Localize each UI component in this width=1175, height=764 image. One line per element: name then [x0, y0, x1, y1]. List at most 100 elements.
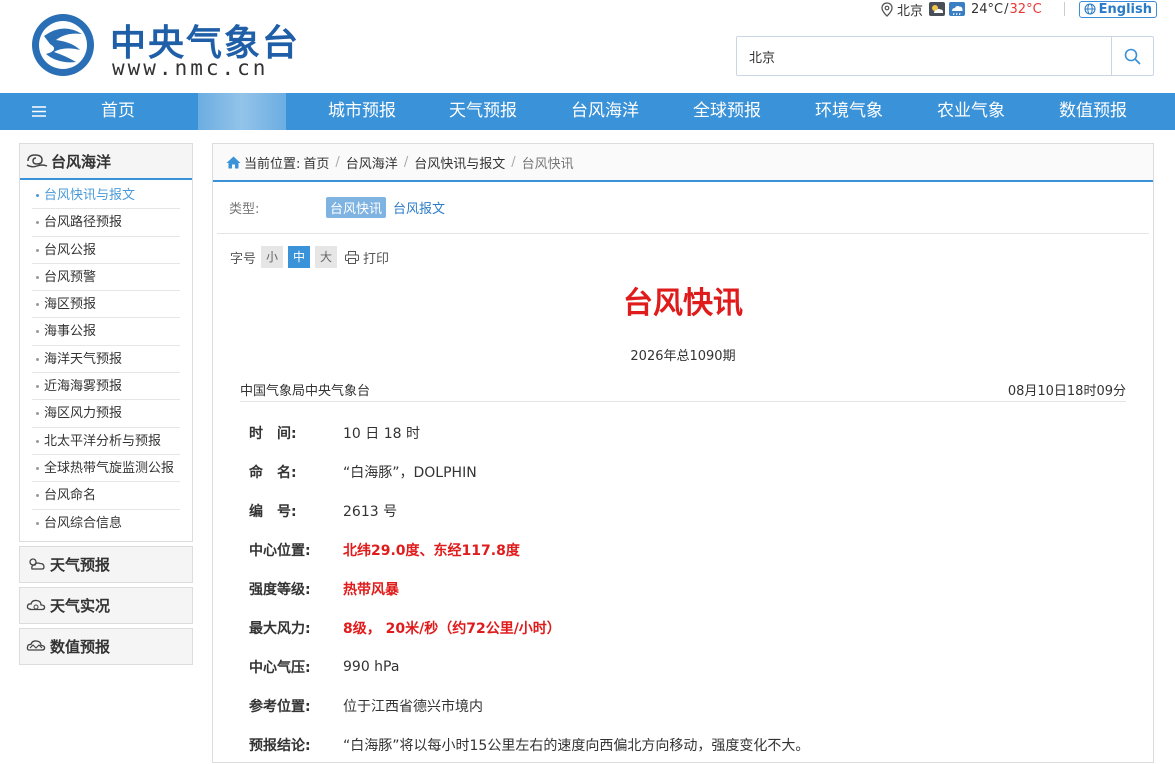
detail-label: 编 号: — [249, 504, 297, 521]
detail-row-forecast: 预报结论: “白海豚”将以每小时15公里左右的速度向西偏北方向移动，强度变化不大。 — [249, 725, 809, 764]
nav-global-forecast[interactable]: 全球预报 — [667, 93, 787, 130]
breadcrumb-home[interactable]: 首页 — [303, 153, 329, 172]
detail-value: 8级， 20米/秒（约72公里/小时） — [343, 620, 561, 637]
nav-city-forecast[interactable]: 城市预报 — [302, 93, 422, 130]
sidebar-item-ocean-weather[interactable]: 海洋天气预报 — [32, 346, 180, 374]
detail-row-number: 编 号: 2613 号 — [249, 492, 809, 531]
type-filter: 类型: 台风快讯 台风报文 — [229, 197, 445, 218]
detail-label: 最大风力: — [249, 620, 311, 637]
breadcrumb-separator: / — [511, 154, 516, 170]
detail-value: “白海豚”将以每小时15公里左右的速度向西偏北方向移动，强度变化不大。 — [343, 737, 810, 754]
print-label: 打印 — [363, 251, 390, 267]
cloud-sun-icon — [29, 558, 45, 571]
breadcrumb: 当前位置: 首页 / 台风海洋 / 台风快讯与报文 / 台风快讯 — [213, 144, 1153, 182]
sidebar-head[interactable]: 台风海洋 — [20, 144, 192, 180]
current-city[interactable]: 北京 — [897, 0, 923, 19]
sidebar-panel-typhoon: 台风海洋 台风快讯与报文 台风路径预报 台风公报 台风预警 海区预报 海事公报 … — [19, 143, 193, 542]
detail-row-time: 时 间: 10 日 18 时 — [249, 414, 809, 453]
search-input[interactable] — [737, 37, 1111, 75]
detail-label: 中心位置: — [249, 543, 311, 560]
nav-typhoon-ocean[interactable]: 台风海洋 — [545, 93, 665, 130]
detail-value: 北纬29.0度、东经117.8度 — [343, 543, 520, 560]
detail-label: 参考位置: — [249, 698, 311, 715]
printer-icon — [345, 250, 360, 264]
type-tag-bulletin[interactable]: 台风快讯 — [326, 197, 387, 218]
temp-separator: / — [1004, 1, 1009, 17]
breadcrumb-separator: / — [335, 154, 340, 170]
detail-label: 强度等级: — [249, 582, 311, 598]
sidebar-section-weather-observation[interactable]: 天气实况 — [19, 586, 193, 624]
issuing-agency: 中国气象局中央气象台 — [240, 384, 371, 399]
font-size-label: 字号 — [230, 251, 257, 267]
globe-icon — [1084, 3, 1096, 15]
top-weather-info: 北京 24°C / 32°C English — [880, 0, 1158, 19]
detail-value: 位于江西省德兴市境内 — [343, 698, 483, 715]
sidebar-section-weather-forecast[interactable]: 天气预报 — [19, 545, 193, 583]
sidebar-section-label: 天气预报 — [50, 555, 111, 574]
detail-row-name: 命 名: “白海豚”，DOLPHIN — [249, 453, 809, 492]
detail-row-reference: 参考位置: 位于江西省德兴市境内 — [249, 686, 809, 725]
detail-value: 990 hPa — [343, 658, 400, 675]
detail-value: 热带风暴 — [343, 582, 399, 598]
type-tag-message[interactable]: 台风报文 — [393, 198, 445, 217]
sidebar-item-typhoon-report[interactable]: 台风公报 — [32, 237, 180, 264]
english-label: English — [1098, 1, 1153, 17]
issue-number: 2026年总1090期 — [630, 349, 736, 364]
sidebar-item-track-forecast[interactable]: 台风路径预报 — [32, 209, 180, 237]
location-pin-icon — [881, 1, 893, 17]
sidebar-item-typhoon-naming[interactable]: 台风命名 — [32, 482, 180, 510]
font-size-large-button[interactable]: 大 — [315, 246, 338, 268]
nav-agriculture[interactable]: 农业气象 — [911, 93, 1031, 130]
detail-row-pressure: 中心气压: 990 hPa — [249, 647, 809, 686]
breadcrumb-bulletin-list[interactable]: 台风快讯与报文 — [414, 153, 505, 172]
nav-home[interactable]: 首页 — [58, 93, 178, 130]
sidebar-item-global-cyclone[interactable]: 全球热带气旋监测公报 — [32, 455, 180, 483]
sidebar-item-typhoon-bulletin[interactable]: 台风快讯与报文 — [32, 182, 180, 210]
nav-weather-forecast[interactable]: 天气预报 — [423, 93, 543, 130]
detail-value: 2613 号 — [343, 504, 398, 521]
detail-row-intensity: 强度等级: 热带风暴 — [249, 570, 809, 609]
sidebar-section-numerical[interactable]: 数值预报 — [19, 627, 193, 665]
sidebar-item-sea-wind[interactable]: 海区风力预报 — [32, 400, 180, 428]
sidebar-list: 台风快讯与报文 台风路径预报 台风公报 台风预警 海区预报 海事公报 海洋天气预… — [20, 180, 192, 541]
typhoon-icon — [26, 154, 48, 168]
article-title: 台风快讯 — [623, 286, 743, 321]
site-logo[interactable]: 中央气象台 www.nmc.cn — [30, 12, 300, 80]
home-icon — [226, 156, 241, 168]
breadcrumb-current: 台风快讯 — [521, 156, 574, 172]
sidebar-item-north-pacific[interactable]: 北太平洋分析与预报 — [32, 428, 180, 455]
sidebar-item-maritime[interactable]: 海事公报 — [32, 318, 180, 346]
cloud-icon — [26, 600, 46, 611]
sidebar-section-label: 天气实况 — [50, 596, 111, 615]
hamburger-menu-icon — [32, 106, 46, 117]
sidebar-item-sea-fog[interactable]: 近海海雾预报 — [32, 373, 180, 401]
search-icon — [1124, 48, 1141, 64]
temp-low: 24°C — [971, 1, 1004, 17]
breadcrumb-typhoon-ocean[interactable]: 台风海洋 — [346, 153, 398, 172]
nav-environment[interactable]: 环境气象 — [789, 93, 909, 130]
sidebar-item-typhoon-warning[interactable]: 台风预警 — [32, 264, 180, 292]
sidebar-item-typhoon-info[interactable]: 台风综合信息 — [32, 510, 180, 537]
site-header: 中央气象台 www.nmc.cn 北京 24°C / 32°C English — [0, 0, 1175, 93]
sidebar-section-label: 数值预报 — [50, 637, 111, 656]
issue-time: 08月10日18时09分 — [1007, 384, 1126, 399]
font-size-small-button[interactable]: 小 — [261, 246, 284, 268]
sidebar-item-sea-forecast[interactable]: 海区预报 — [32, 291, 180, 319]
nav-blurred-item — [198, 93, 286, 130]
breadcrumb-separator: / — [403, 154, 409, 170]
sidebar-head-label: 台风海洋 — [51, 152, 112, 171]
search-button[interactable] — [1111, 37, 1153, 75]
type-label: 类型: — [229, 202, 260, 217]
detail-label: 时 间: — [249, 426, 297, 443]
font-size-medium-button[interactable]: 中 — [288, 246, 311, 268]
sidebar: 台风海洋 台风快讯与报文 台风路径预报 台风公报 台风预警 海区预报 海事公报 … — [19, 143, 193, 665]
logo-url-text: www.nmc.cn — [112, 56, 269, 80]
partly-cloudy-day-icon — [929, 2, 946, 16]
nav-numerical[interactable]: 数值预报 — [1033, 93, 1153, 130]
divider — [1063, 2, 1065, 16]
cloudy-rain-icon — [949, 2, 966, 16]
english-link[interactable]: English — [1078, 0, 1158, 18]
nav-menu-button[interactable] — [24, 93, 54, 130]
print-button[interactable]: 打印 — [345, 248, 389, 267]
divider — [217, 233, 1149, 234]
